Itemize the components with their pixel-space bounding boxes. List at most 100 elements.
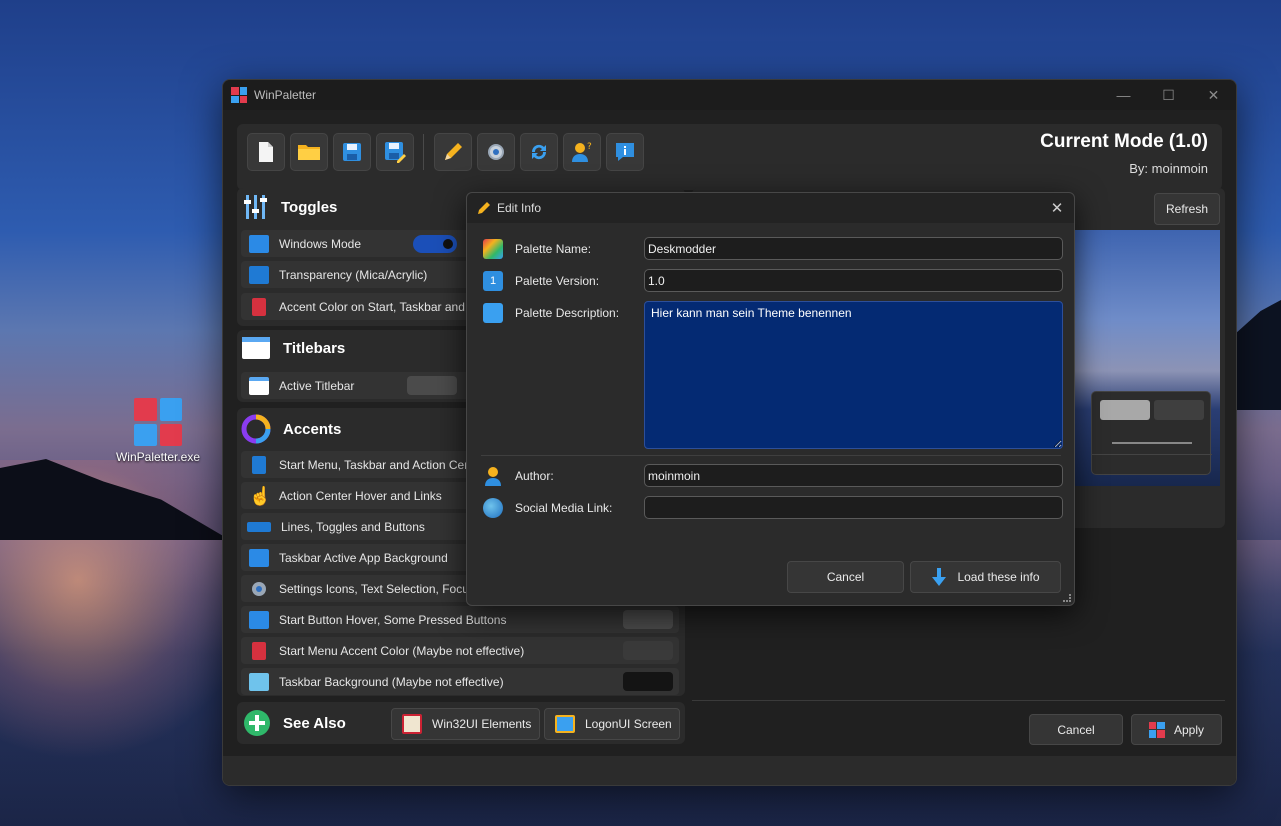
preview-divider	[1092, 454, 1212, 455]
minimize-button[interactable]: —	[1101, 80, 1146, 110]
titlebars-title: Titlebars	[283, 339, 346, 357]
footer-divider	[692, 700, 1225, 701]
edit-info-dialog: Edit Info ✕ Palette Name: 1 Palette Vers…	[466, 192, 1075, 606]
about-user-button[interactable]: ?	[563, 133, 601, 171]
social-media-input[interactable]	[644, 496, 1063, 519]
palette-description-label: Palette Description:	[515, 306, 620, 320]
load-info-button[interactable]: Load these info	[910, 561, 1061, 593]
dialog-cancel-button[interactable]: Cancel	[787, 561, 904, 593]
sync-icon	[531, 144, 547, 160]
refresh-button[interactable]: Refresh	[1154, 193, 1220, 225]
note-edit-icon	[483, 303, 503, 323]
toggles-title: Toggles	[281, 198, 338, 216]
main-cancel-button[interactable]: Cancel	[1029, 714, 1123, 745]
folder-icon	[298, 145, 320, 160]
preview-action-center	[1091, 391, 1212, 475]
preview-tile-active	[1100, 400, 1150, 420]
accent-row-start-menu-accent[interactable]: Start Menu Accent Color (Maybe not effec…	[241, 637, 679, 664]
toggle-label: Windows Mode	[279, 236, 362, 251]
logonui-button[interactable]: LogonUI Screen	[544, 708, 680, 740]
new-file-button[interactable]	[247, 133, 285, 171]
apply-button[interactable]: Apply	[1131, 714, 1222, 745]
toggle-label: Transparency (Mica/Acrylic)	[279, 267, 428, 282]
start-menu-accent-swatch[interactable]	[623, 641, 673, 660]
active-titlebar-swatch[interactable]	[407, 376, 457, 395]
window-icon	[242, 337, 270, 359]
win32ui-button[interactable]: Win32UI Elements	[391, 708, 540, 740]
accent-label: Taskbar Background (Maybe not effective)	[279, 674, 504, 689]
color-ring-icon	[241, 414, 271, 444]
current-mode-title: Current Mode (1.0)	[1040, 131, 1208, 152]
save-button[interactable]	[333, 133, 371, 171]
winpaletter-logo-icon	[1148, 721, 1165, 738]
current-mode-author: By: moinmoin	[1129, 161, 1208, 176]
pointer-hand-icon: ☝	[249, 485, 272, 506]
settings-button[interactable]	[477, 133, 515, 171]
windows-mode-toggle[interactable]	[413, 235, 457, 253]
windows-logo-icon	[249, 234, 269, 253]
taskbar-app-icon	[249, 548, 269, 567]
author-label: Author:	[515, 469, 554, 483]
load-info-label: Load these info	[957, 570, 1040, 584]
palette-name-label: Palette Name:	[515, 242, 592, 256]
taskbar-icon	[249, 672, 269, 691]
accent-label: Taskbar Active App Background	[279, 550, 448, 565]
dialog-title: Edit Info	[497, 201, 542, 215]
hill-silhouette-right	[1230, 300, 1281, 410]
toolbar-separator	[423, 134, 424, 170]
gear-icon	[249, 580, 269, 598]
social-media-label: Social Media Link:	[515, 501, 613, 515]
dialog-close-button[interactable]: ✕	[1040, 199, 1074, 217]
gear-icon	[488, 144, 504, 160]
transparency-icon	[249, 265, 269, 284]
info-button[interactable]	[606, 133, 644, 171]
window-title: WinPaletter	[254, 88, 317, 102]
new-file-icon	[259, 142, 273, 162]
start-button-hover-swatch[interactable]	[623, 610, 673, 629]
desktop-icon-label: WinPaletter.exe	[115, 450, 201, 464]
palette-version-input[interactable]	[644, 269, 1063, 292]
accent-row-start-button[interactable]: Start Button Hover, Some Pressed Buttons	[241, 606, 679, 633]
accent-label: Action Center Hover and Links	[279, 488, 442, 503]
titlebar-label: Active Titlebar	[279, 378, 355, 393]
save-icon	[343, 143, 361, 161]
social-label-row: Social Media Link:	[483, 498, 612, 518]
resize-grip[interactable]	[1063, 594, 1071, 602]
palette-description-input[interactable]: Hier kann man sein Theme benennen	[644, 301, 1063, 449]
close-button[interactable]: ✕	[1191, 80, 1236, 110]
save-as-button[interactable]	[376, 133, 414, 171]
edit-info-button[interactable]	[434, 133, 472, 171]
palette-name-input[interactable]	[644, 237, 1063, 260]
pencil-icon	[445, 143, 462, 160]
version-number-icon: 1	[483, 271, 503, 291]
preview-tile	[1154, 400, 1204, 420]
maximize-button[interactable]: ☐	[1146, 80, 1191, 110]
arrow-down-icon	[932, 568, 947, 586]
win32ui-label: Win32UI Elements	[432, 717, 532, 731]
palette-version-label: Palette Version:	[515, 274, 600, 288]
start-menu-icon	[252, 641, 266, 660]
open-file-button[interactable]	[290, 133, 328, 171]
taskbar-background-swatch[interactable]	[623, 672, 673, 691]
start-menu-icon	[252, 297, 266, 316]
titlebar-icon	[249, 376, 269, 395]
toggle-knob	[443, 239, 453, 249]
palette-name-label-row: Palette Name:	[483, 239, 591, 259]
toggle-lines-icon	[247, 521, 271, 532]
author-input[interactable]	[644, 464, 1063, 487]
dialog-titlebar: Edit Info ✕	[467, 193, 1074, 223]
accent-row-taskbar-background[interactable]: Taskbar Background (Maybe not effective)	[241, 668, 679, 695]
sliders-icon	[244, 195, 267, 219]
titlebar: WinPaletter — ☐ ✕	[223, 80, 1236, 110]
start-menu-icon	[252, 455, 266, 474]
update-button[interactable]	[520, 133, 558, 171]
accent-label: Start Menu, Taskbar and Action Center	[279, 457, 485, 472]
accent-label: Start Button Hover, Some Pressed Buttons	[279, 612, 507, 627]
palette-icon	[483, 239, 503, 259]
winpaletter-app-icon	[134, 398, 182, 446]
desktop-icon-winpaletter[interactable]: WinPaletter.exe	[112, 398, 204, 464]
user-icon	[483, 466, 503, 486]
app-icon	[231, 87, 247, 103]
windows-logo-icon	[249, 610, 269, 629]
lock-screen-icon	[555, 715, 575, 733]
